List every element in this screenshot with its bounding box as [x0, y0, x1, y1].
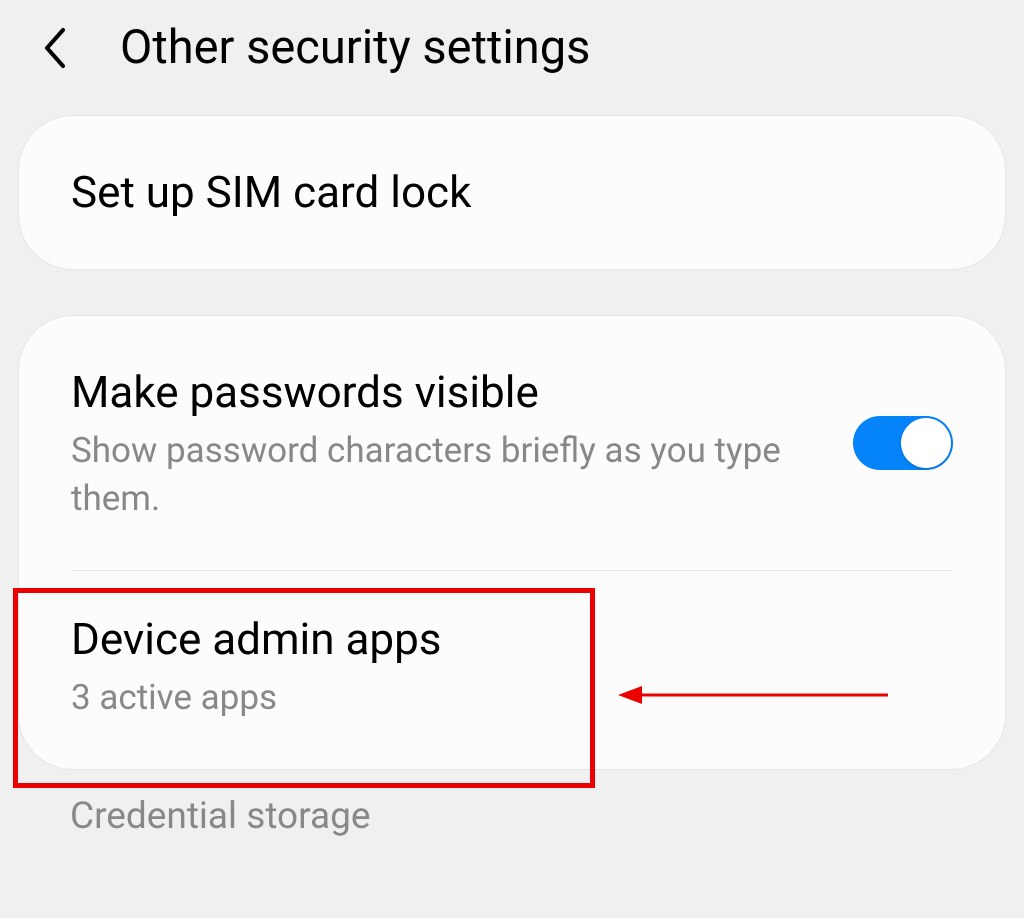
passwords-visible-title: Make passwords visible: [71, 364, 823, 421]
sim-lock-card: Set up SIM card lock: [18, 115, 1006, 270]
device-admin-subtitle: 3 active apps: [71, 674, 953, 721]
page-title: Other security settings: [120, 20, 590, 75]
passwords-visible-toggle[interactable]: [853, 416, 953, 470]
back-icon[interactable]: [30, 23, 80, 73]
device-admin-title: Device admin apps: [71, 611, 953, 668]
passwords-visible-subtitle: Show password characters briefly as you …: [71, 427, 823, 522]
device-admin-item[interactable]: Device admin apps 3 active apps: [19, 571, 1005, 769]
credential-storage-label: Credential storage: [18, 795, 1006, 838]
passwords-visible-text: Make passwords visible Show password cha…: [71, 364, 853, 522]
page-header: Other security settings: [0, 0, 1024, 115]
settings-content: Set up SIM card lock Make passwords visi…: [0, 115, 1024, 838]
toggle-knob: [901, 418, 951, 468]
sim-lock-title: Set up SIM card lock: [71, 164, 953, 221]
security-card: Make passwords visible Show password cha…: [18, 315, 1006, 770]
passwords-visible-item[interactable]: Make passwords visible Show password cha…: [19, 316, 1005, 570]
sim-lock-item[interactable]: Set up SIM card lock: [19, 116, 1005, 269]
